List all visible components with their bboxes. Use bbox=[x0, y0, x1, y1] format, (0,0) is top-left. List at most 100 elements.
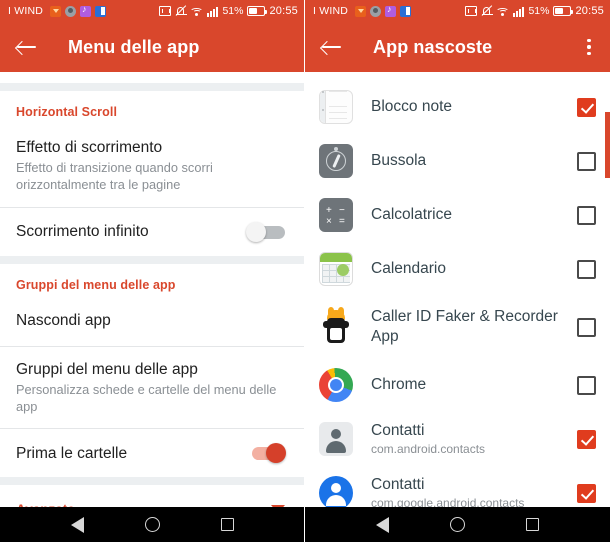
app-name: Blocco note bbox=[371, 97, 452, 115]
folders-first-toggle[interactable] bbox=[244, 442, 288, 464]
contacts-aosp-icon bbox=[319, 422, 353, 456]
setting-title: Prima le cartelle bbox=[16, 444, 128, 462]
page-title: App nascoste bbox=[373, 36, 493, 57]
download-icon bbox=[50, 5, 62, 17]
nav-home-icon[interactable] bbox=[449, 517, 465, 532]
setting-row-app-menu-groups[interactable]: Gruppi del menu delle app Personalizza s… bbox=[0, 347, 304, 429]
app-checkbox[interactable] bbox=[577, 151, 596, 171]
signal-icon bbox=[513, 6, 525, 17]
app-checkbox[interactable] bbox=[577, 317, 596, 337]
status-bar-right: I WIND 51% 20:55 bbox=[305, 0, 610, 22]
setting-subtitle: Effetto di transizione quando scorri ori… bbox=[16, 160, 213, 192]
signal-icon bbox=[207, 6, 219, 17]
clock-label: 20:55 bbox=[269, 5, 298, 17]
wifi-icon bbox=[496, 6, 510, 17]
settings-section-advanced[interactable]: Avanzate bbox=[0, 485, 304, 507]
advanced-label: Avanzate bbox=[16, 502, 268, 507]
bell-off-icon bbox=[481, 5, 494, 17]
app-name: Chrome bbox=[371, 375, 427, 393]
nav-back-icon[interactable] bbox=[70, 516, 84, 533]
nav-home-icon[interactable] bbox=[144, 517, 160, 532]
app-name: Calcolatrice bbox=[371, 205, 452, 223]
calendar-icon bbox=[319, 252, 353, 286]
list-item[interactable]: Contatti com.google.android.contacts bbox=[305, 466, 610, 507]
nav-back-icon[interactable] bbox=[375, 516, 389, 533]
list-item[interactable]: + − × = Calcolatrice bbox=[305, 188, 610, 242]
app-checkbox[interactable] bbox=[577, 375, 596, 395]
carrier-label: I WIND bbox=[313, 5, 349, 17]
nfc-icon bbox=[465, 6, 478, 16]
download-icon bbox=[355, 5, 367, 17]
app-name: Calendario bbox=[371, 259, 446, 277]
battery-percent-label: 51% bbox=[222, 5, 244, 17]
dual-screenshot: I WIND 51% 20:55 Menu delle app bbox=[0, 0, 610, 542]
app-package: com.android.contacts bbox=[371, 442, 486, 457]
app-bar-left: Menu delle app bbox=[0, 22, 304, 72]
app-checkbox[interactable] bbox=[577, 429, 596, 449]
status-bar-left: I WIND 51% 20:55 bbox=[0, 0, 304, 22]
caller-id-faker-icon bbox=[319, 307, 353, 344]
app-name: Contatti bbox=[371, 421, 425, 439]
back-button[interactable] bbox=[319, 34, 345, 60]
list-item[interactable]: Chrome bbox=[305, 358, 610, 412]
bell-off-icon bbox=[175, 5, 188, 17]
music-icon bbox=[80, 4, 92, 17]
infinite-scroll-toggle[interactable] bbox=[244, 221, 288, 243]
nfc-icon bbox=[159, 6, 172, 16]
setting-title: Gruppi del menu delle app bbox=[16, 360, 198, 378]
list-item[interactable]: Contatti com.android.contacts bbox=[305, 412, 610, 466]
back-button[interactable] bbox=[14, 34, 40, 60]
section-header-app-menu-groups: Gruppi del menu delle app bbox=[16, 277, 176, 292]
setting-row-hide-apps[interactable]: Nascondi app bbox=[0, 298, 304, 346]
list-item[interactable]: Blocco note bbox=[305, 80, 610, 134]
app-checkbox[interactable] bbox=[577, 483, 596, 503]
nav-recents-icon[interactable] bbox=[526, 518, 540, 531]
setting-row-folders-first[interactable]: Prima le cartelle bbox=[0, 429, 304, 477]
left-screen-app-menu-settings: I WIND 51% 20:55 Menu delle app bbox=[0, 0, 305, 542]
app-name: Contatti bbox=[371, 475, 425, 493]
list-item[interactable]: Caller ID Faker & Recorder App bbox=[305, 296, 610, 358]
app-bar-right: App nascoste bbox=[305, 22, 610, 72]
setting-row-infinite-scroll[interactable]: Scorrimento infinito bbox=[0, 208, 304, 256]
page-title: Menu delle app bbox=[68, 36, 200, 57]
battery-percent-label: 51% bbox=[528, 5, 550, 17]
usb-icon bbox=[95, 5, 107, 17]
contact-sync-icon bbox=[370, 5, 382, 17]
clock-label: 20:55 bbox=[575, 5, 604, 17]
advanced-expander-row[interactable]: Avanzate bbox=[0, 485, 304, 507]
setting-title: Effetto di scorrimento bbox=[16, 139, 163, 156]
settings-section-horizontal-scroll: Horizontal Scroll Effetto di scorrimento… bbox=[0, 91, 304, 256]
nav-recents-icon[interactable] bbox=[220, 518, 234, 531]
nav-bar-left bbox=[0, 507, 304, 542]
wifi-icon bbox=[190, 6, 204, 17]
contacts-google-icon bbox=[319, 476, 353, 507]
setting-subtitle: Personalizza schede e cartelle del menu … bbox=[16, 382, 277, 414]
right-screen-hidden-apps: I WIND 51% 20:55 App nascoste bbox=[305, 0, 610, 542]
scrollbar-thumb[interactable] bbox=[605, 112, 610, 178]
battery-icon bbox=[247, 6, 268, 16]
setting-row-scroll-effect[interactable]: Effetto di scorrimento Effetto di transi… bbox=[0, 125, 304, 207]
battery-icon bbox=[553, 6, 574, 16]
app-checkbox[interactable] bbox=[577, 97, 596, 117]
notes-icon bbox=[319, 90, 353, 124]
app-checkbox[interactable] bbox=[577, 205, 596, 225]
app-package: com.google.android.contacts bbox=[371, 496, 525, 507]
music-icon bbox=[385, 4, 397, 17]
settings-card-partial-top bbox=[0, 72, 304, 83]
app-name: Bussola bbox=[371, 151, 427, 169]
settings-section-app-menu-groups: Gruppi del menu delle app Nascondi app G… bbox=[0, 263, 304, 478]
setting-title: Scorrimento infinito bbox=[16, 222, 149, 240]
app-checkbox[interactable] bbox=[577, 259, 596, 279]
hidden-apps-list[interactable]: Blocco note Bussola +−×= Calcolatrice bbox=[305, 72, 610, 507]
carrier-label: I WIND bbox=[8, 5, 44, 17]
list-item[interactable]: Calendario bbox=[305, 242, 610, 296]
settings-scroll-area[interactable]: Horizontal Scroll Effetto di scorrimento… bbox=[0, 72, 304, 507]
setting-title: Nascondi app bbox=[16, 311, 111, 329]
contact-sync-icon bbox=[65, 5, 77, 17]
overflow-menu-icon[interactable] bbox=[578, 35, 600, 59]
list-item[interactable]: Bussola bbox=[305, 134, 610, 188]
status-bar-system-icons: 51% 20:55 bbox=[159, 5, 298, 17]
chevron-down-icon[interactable] bbox=[268, 499, 288, 507]
calculator-icon: + − × = bbox=[319, 198, 353, 232]
status-bar-system-icons: 51% 20:55 bbox=[465, 5, 604, 17]
